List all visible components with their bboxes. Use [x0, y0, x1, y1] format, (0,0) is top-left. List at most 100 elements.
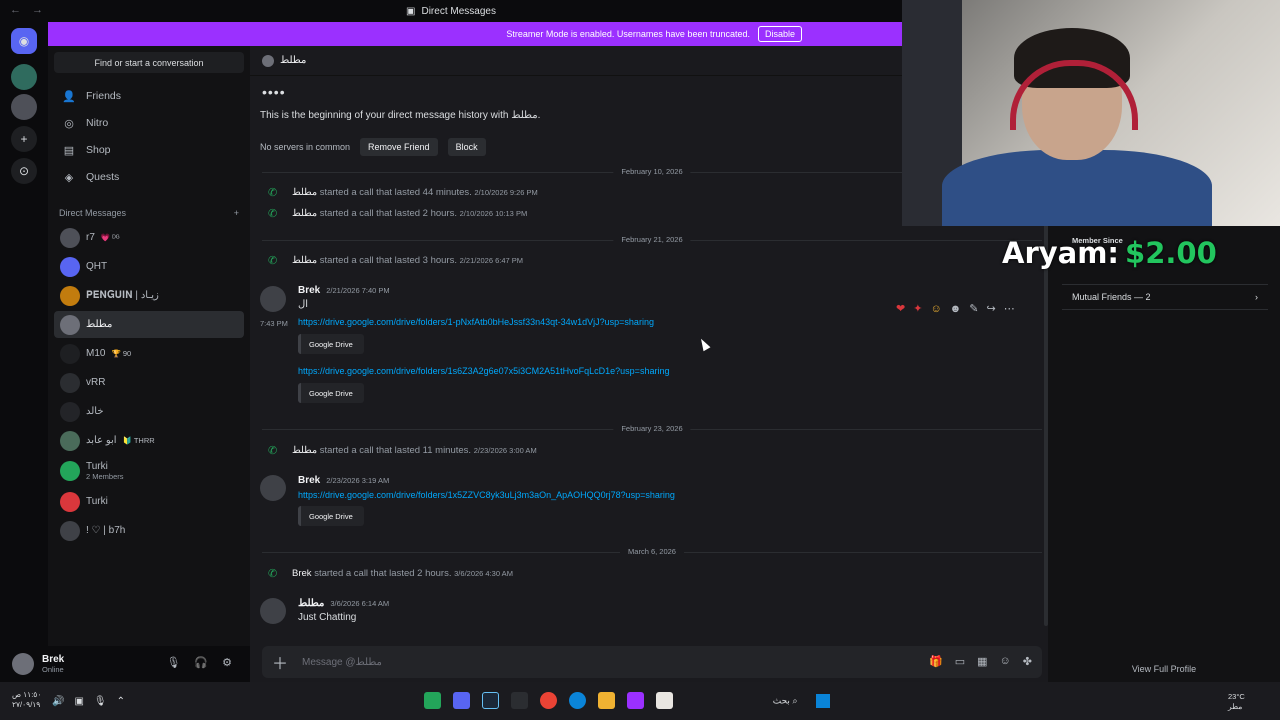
- clock[interactable]: ١١:٥٠ ص ٢٧/٠٩/١٩: [12, 690, 41, 710]
- microphone-icon[interactable]: 🎙: [94, 696, 107, 707]
- edge-icon[interactable]: [569, 692, 586, 709]
- dm-item[interactable]: r7 💗 ᴰᴳ: [54, 224, 244, 251]
- reaction-icon[interactable]: ✦: [913, 302, 922, 315]
- weather-widget[interactable]: 23°C مطر: [1228, 692, 1245, 712]
- emoji-icon[interactable]: ☺: [1000, 655, 1011, 668]
- dm-badge: 🏆 90: [111, 349, 132, 358]
- attach-plus-icon[interactable]: ＋: [272, 650, 288, 674]
- avatar: [262, 54, 274, 67]
- windows-start-icon[interactable]: [816, 694, 830, 708]
- dm-item[interactable]: Turki 2 Members: [54, 456, 244, 486]
- chrome-icon[interactable]: [540, 692, 557, 709]
- link-embed[interactable]: Google Drive: [298, 334, 364, 354]
- avatar[interactable]: [260, 598, 286, 624]
- taskbar-search[interactable]: بحث ⌕: [690, 694, 830, 708]
- dm-item[interactable]: ! ♡ | b7h: [54, 517, 244, 544]
- app-icon[interactable]: [511, 692, 528, 709]
- message-author[interactable]: مطلط: [298, 598, 324, 609]
- find-conversation-button[interactable]: Find or start a conversation: [54, 52, 244, 73]
- link-embed[interactable]: Google Drive: [298, 506, 364, 526]
- more-icon[interactable]: ⋯: [1004, 302, 1015, 315]
- drive-link[interactable]: https://drive.google.com/drive/folders/1…: [298, 366, 669, 376]
- disable-button[interactable]: Disable: [757, 26, 802, 42]
- create-dm-button[interactable]: +: [234, 208, 239, 218]
- dm-item[interactable]: 𝐏𝐄𝐍𝐆𝐔𝐈𝐍 | زيـاد: [54, 282, 244, 309]
- dm-item[interactable]: خالد: [54, 398, 244, 425]
- call-author: مطلط: [292, 255, 318, 266]
- heart-reaction-icon[interactable]: ❤: [896, 302, 905, 315]
- dm-badge: 🔰 THRR: [122, 436, 155, 445]
- date-divider-label: March 6, 2026: [620, 547, 684, 556]
- steam-icon[interactable]: [482, 692, 499, 709]
- dm-name: 𝐏𝐄𝐍𝐆𝐔𝐈𝐍 | زيـاد: [86, 290, 159, 301]
- drive-link[interactable]: https://drive.google.com/drive/folders/1…: [298, 317, 654, 327]
- server-icon[interactable]: [11, 94, 37, 120]
- call-author: مطلط: [292, 445, 318, 456]
- mutual-friends-row[interactable]: Mutual Friends — 2 ›: [1062, 284, 1268, 310]
- avatar[interactable]: [260, 286, 286, 312]
- dm-item[interactable]: QHT: [54, 253, 244, 280]
- avatar: [60, 372, 80, 393]
- dm-name: ! ♡ | b7h: [86, 525, 126, 536]
- emoji-icon[interactable]: ☺: [930, 303, 941, 315]
- avatar: [60, 491, 80, 512]
- add-reaction-icon[interactable]: ☻: [950, 303, 962, 315]
- system-tray: 🔊 ▣ 🎙 ⌃: [52, 696, 125, 707]
- discord-home-icon[interactable]: ◉: [11, 28, 37, 54]
- nav-quests[interactable]: ◈ Quests: [54, 165, 244, 189]
- discover-icon[interactable]: ⊙: [11, 158, 37, 184]
- gear-icon[interactable]: ⚙: [222, 656, 232, 669]
- forward-icon[interactable]: ↪: [986, 302, 995, 315]
- call-text: started a call that lasted 2 hours.: [314, 568, 452, 579]
- nav-shop[interactable]: ▤ Shop: [54, 138, 244, 162]
- app-icon[interactable]: [424, 692, 441, 709]
- message-author[interactable]: Brek: [298, 475, 320, 486]
- avatar: [60, 227, 80, 248]
- volume-icon[interactable]: 🔊: [52, 696, 64, 707]
- nav-nitro[interactable]: ◎ Nitro: [54, 111, 244, 135]
- link-embed[interactable]: Google Drive: [298, 383, 364, 403]
- dm-item[interactable]: vRR: [54, 369, 244, 396]
- edit-icon[interactable]: ✎: [969, 302, 978, 315]
- dm-item[interactable]: M10 🏆 90: [54, 340, 244, 367]
- network-icon[interactable]: ▣: [74, 696, 83, 707]
- message-input[interactable]: [302, 656, 863, 668]
- call-author: مطلط: [292, 208, 318, 219]
- avatar: [60, 256, 80, 277]
- server-icon[interactable]: [11, 64, 37, 90]
- call-text: started a call that lasted 11 minutes.: [319, 445, 472, 456]
- apps-icon[interactable]: ✤: [1023, 655, 1032, 668]
- sticker-icon[interactable]: ▦: [977, 655, 987, 668]
- gift-icon[interactable]: 🎁: [929, 655, 943, 668]
- nav-arrows[interactable]: ← →: [10, 4, 47, 16]
- remove-friend-button[interactable]: Remove Friend: [360, 138, 438, 156]
- dm-icon: ▣: [406, 5, 416, 17]
- folder-icon[interactable]: [598, 692, 615, 709]
- block-button[interactable]: Block: [447, 138, 486, 156]
- avatar[interactable]: [12, 653, 34, 675]
- headphones-icon[interactable]: 🎧: [194, 656, 208, 669]
- dm-item-active[interactable]: مطلط: [54, 311, 244, 338]
- quests-icon: ◈: [64, 171, 74, 184]
- intro-text: This is the beginning of your direct mes…: [260, 110, 541, 121]
- nav-friends[interactable]: 👤 Friends: [54, 84, 244, 108]
- avatar: [60, 314, 80, 335]
- avatar[interactable]: [260, 475, 286, 501]
- date-divider-label: February 10, 2026: [613, 167, 691, 176]
- add-server-icon[interactable]: +: [11, 126, 37, 152]
- view-full-profile-button[interactable]: View Full Profile: [1048, 664, 1280, 674]
- drive-link[interactable]: https://drive.google.com/drive/folders/1…: [298, 490, 675, 500]
- app-icon[interactable]: [627, 692, 644, 709]
- message-author[interactable]: Brek: [298, 285, 320, 296]
- banner-text: Streamer Mode is enabled. Usernames have…: [506, 29, 750, 39]
- dm-item[interactable]: ابو عابد 🔰 THRR: [54, 427, 244, 454]
- chevron-up-icon[interactable]: ⌃: [117, 696, 125, 707]
- call-timestamp: 2/10/2026 9:26 PM: [474, 188, 538, 197]
- dm-item[interactable]: Turki: [54, 488, 244, 515]
- microphone-icon[interactable]: 🎙: [166, 656, 180, 669]
- gif-icon[interactable]: ▭: [955, 655, 965, 668]
- app-icon[interactable]: [656, 692, 673, 709]
- search-label: بحث: [772, 695, 790, 706]
- discord-icon[interactable]: [453, 692, 470, 709]
- message-header: Brek 2/21/2026 7:40 PM: [298, 285, 390, 296]
